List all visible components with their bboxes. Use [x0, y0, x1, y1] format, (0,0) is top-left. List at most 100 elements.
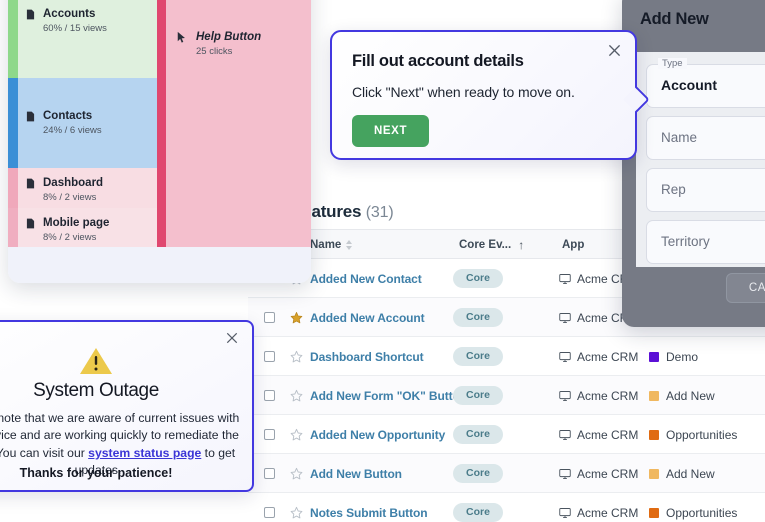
row-star-toggle[interactable]	[290, 454, 303, 493]
row-app-cell: Acme CRM	[559, 415, 638, 454]
close-icon[interactable]	[223, 329, 241, 347]
table-row[interactable]: Notes Submit Button Core Acme CRM Opportuni…	[248, 493, 765, 522]
row-app-name: Acme CRM	[577, 466, 639, 481]
heatmap-highlight-label: Help Button 25 clicks	[196, 30, 261, 57]
row-name-link[interactable]: Notes Submit Button	[310, 506, 428, 520]
heatmap-label-stat: 8% / 2 views	[43, 192, 97, 204]
row-area-name: Opportunities	[666, 427, 738, 442]
row-star-toggle[interactable]	[290, 415, 303, 454]
star-outline-icon	[290, 428, 303, 441]
row-area-name: Opportunities	[666, 505, 738, 520]
column-header-core-event[interactable]: Core Ev... ↑	[459, 230, 524, 260]
row-name-link[interactable]: Added New Account	[310, 311, 425, 325]
row-name-cell[interactable]: Add New Button	[310, 454, 402, 493]
form-field[interactable]: Territory	[646, 220, 765, 264]
row-app-cell: Acme CRM	[559, 454, 638, 493]
form-field[interactable]: Type Account	[646, 58, 765, 108]
checkbox-box	[264, 351, 275, 362]
row-area-cell: Opportunities	[649, 415, 737, 454]
column-header-name[interactable]: Name	[310, 230, 353, 260]
star-filled-icon	[290, 311, 303, 324]
row-name-link[interactable]: Added New Opportunity	[310, 428, 445, 442]
core-badge: Core	[453, 425, 503, 444]
checkbox-box	[264, 507, 275, 518]
area-color-swatch	[649, 390, 659, 401]
row-area-cell: Add New	[649, 376, 715, 415]
row-name-link[interactable]: Add New Button	[310, 467, 402, 481]
row-star-toggle[interactable]	[290, 298, 303, 337]
document-icon	[26, 111, 35, 122]
row-app-name: Acme CRM	[577, 388, 639, 403]
row-name-link[interactable]: Add New Form "OK" Button	[310, 389, 467, 403]
row-name-cell[interactable]: Notes Submit Button	[310, 493, 428, 522]
row-checkbox[interactable]	[264, 337, 275, 376]
heatmap-highlight-title: Help Button	[196, 31, 262, 43]
table-row[interactable]: Added New Opportunity Core Acme CRM Opportu…	[248, 415, 765, 454]
outage-thanks: Thanks for your patience!	[19, 466, 173, 480]
row-name-cell[interactable]: Added New Account	[310, 298, 425, 337]
table-row[interactable]: Dashboard Shortcut Core Acme CRM Demo	[248, 337, 765, 376]
row-checkbox[interactable]	[264, 298, 275, 337]
next-button[interactable]: NEXT	[352, 115, 430, 147]
row-name-cell[interactable]: Added New Opportunity	[310, 415, 445, 454]
row-app-cell: Acme CRM	[559, 493, 638, 522]
field-placeholder: Name	[661, 130, 698, 145]
row-core-event-cell: Core	[453, 415, 503, 454]
heatmap-highlight-stat: 25 clicks	[196, 46, 233, 58]
core-badge: Core	[453, 347, 503, 366]
row-core-event-cell: Core	[453, 376, 503, 415]
close-icon[interactable]	[604, 40, 624, 60]
row-star-toggle[interactable]	[290, 376, 303, 415]
heatmap-bar-0	[8, 0, 18, 78]
monitor-icon	[559, 507, 571, 518]
row-checkbox[interactable]	[264, 376, 275, 415]
row-area-name: Demo	[666, 349, 699, 364]
row-core-event-cell: Core	[453, 259, 503, 298]
form-field[interactable]: Name	[646, 116, 765, 160]
table-row[interactable]: Add New Form "OK" Button Core Acme CRM Add …	[248, 376, 765, 415]
sort-ascending-icon: ↑	[518, 238, 525, 252]
row-name-cell[interactable]: Add New Form "OK" Button	[310, 376, 467, 415]
checkbox-box	[264, 429, 275, 440]
field-placeholder: Territory	[661, 234, 710, 249]
add-new-modal: Add New Type Account Name Rep Territory CANC…	[622, 0, 765, 327]
heatmap-label-title: Dashboard	[43, 177, 104, 189]
star-outline-icon	[290, 389, 303, 402]
heatmap-bar-2	[8, 168, 18, 208]
add-new-modal-title: Add New	[640, 10, 709, 28]
column-header-app[interactable]: App	[562, 230, 584, 260]
row-app-cell: Acme CRM	[559, 376, 638, 415]
system-status-page-link[interactable]: system status page	[88, 446, 201, 460]
heatmap-label: Accounts 60% / 15 views	[26, 7, 107, 34]
row-checkbox[interactable]	[264, 454, 275, 493]
column-header-name-label: Name	[310, 239, 342, 251]
heatmap-footer	[8, 247, 311, 283]
row-name-cell[interactable]: Dashboard Shortcut	[310, 337, 424, 376]
star-outline-icon	[290, 350, 303, 363]
row-area-cell: Opportunities	[649, 493, 737, 522]
sort-caret-icon	[346, 239, 353, 251]
warning-triangle-icon	[80, 348, 112, 374]
row-star-toggle[interactable]	[290, 493, 303, 522]
monitor-icon	[559, 468, 571, 479]
star-outline-icon	[290, 506, 303, 519]
checkbox-box	[264, 468, 275, 479]
field-legend: Type	[658, 58, 687, 69]
form-field[interactable]: Rep	[646, 168, 765, 212]
row-name-link[interactable]: Added New Contact	[310, 272, 422, 286]
row-checkbox[interactable]	[264, 415, 275, 454]
row-star-toggle[interactable]	[290, 337, 303, 376]
heatmap-bar-3	[8, 208, 18, 247]
table-row[interactable]: Add New Button Core Acme CRM Add New	[248, 454, 765, 493]
row-app-cell: Acme CRM	[559, 337, 638, 376]
area-color-swatch	[649, 468, 659, 479]
cancel-button[interactable]: CANCEL	[726, 273, 765, 303]
core-badge: Core	[453, 269, 503, 288]
row-area-cell: Demo	[649, 337, 698, 376]
row-name-cell[interactable]: Added New Contact	[310, 259, 422, 298]
row-checkbox[interactable]	[264, 493, 275, 522]
area-color-swatch	[649, 429, 659, 440]
monitor-icon	[559, 429, 571, 440]
row-name-link[interactable]: Dashboard Shortcut	[310, 350, 424, 364]
field-placeholder: Rep	[661, 182, 686, 197]
